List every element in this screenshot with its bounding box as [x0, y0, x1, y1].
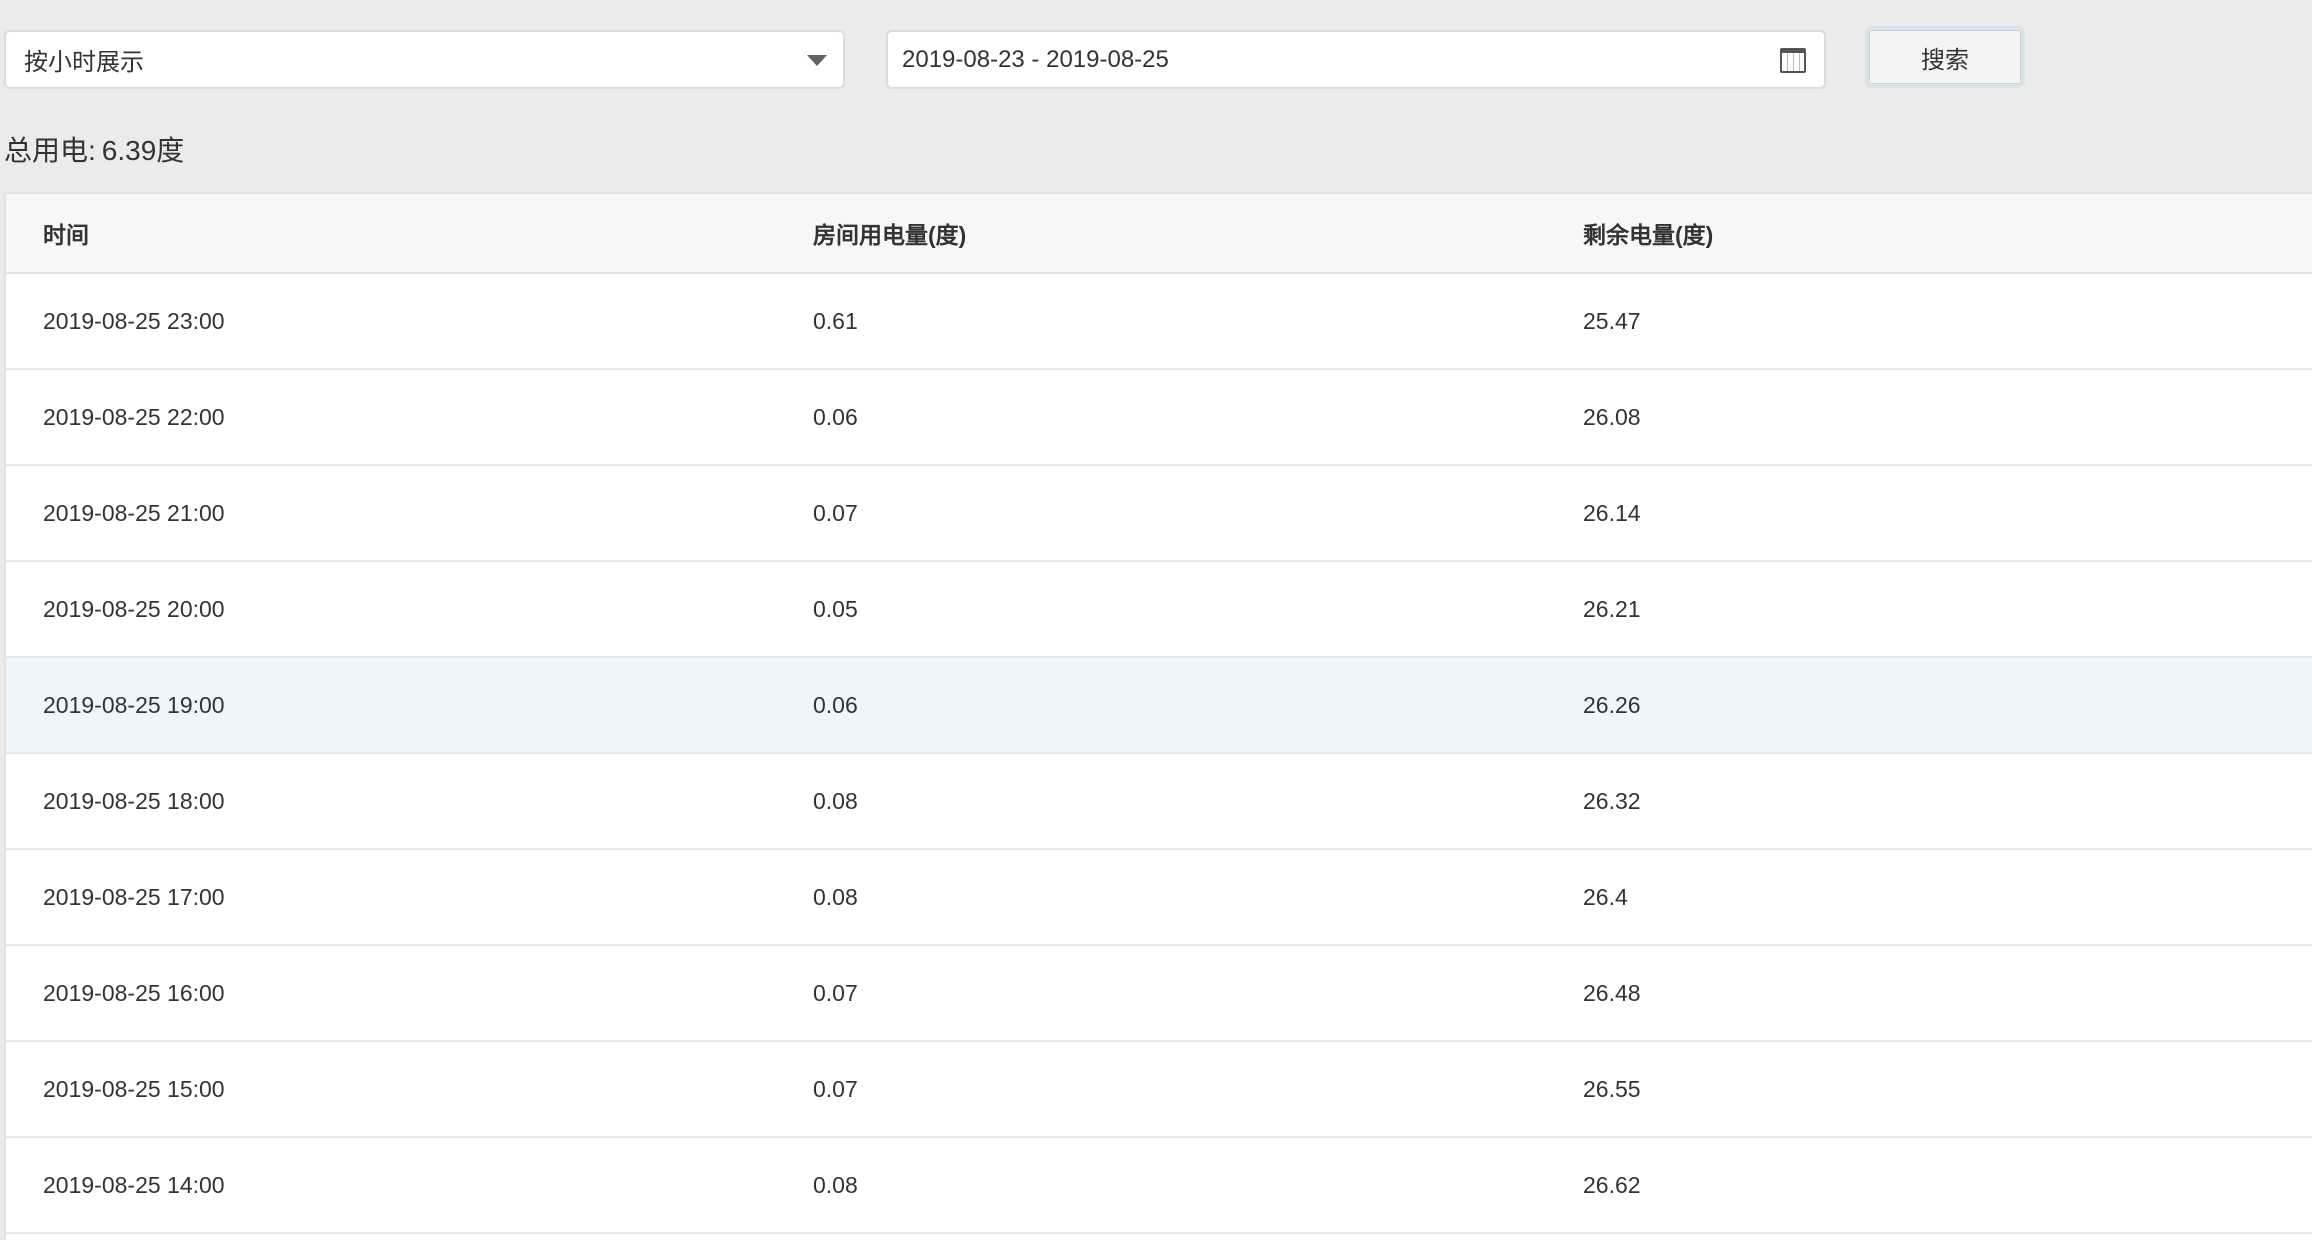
- cell-time: 2019-08-25 15:00: [43, 1075, 225, 1102]
- cell-remaining: 26.62: [1583, 1171, 1641, 1198]
- cell-usage: 0.08: [813, 883, 858, 910]
- calendar-icon[interactable]: [1780, 48, 1806, 73]
- table-row[interactable]: 2019-08-25 21:00 0.07 26.14: [6, 466, 2312, 562]
- cell-usage: 0.61: [813, 307, 858, 334]
- cell-usage: 0.06: [813, 403, 858, 430]
- display-mode-value: 按小时展示: [24, 49, 144, 76]
- table-row[interactable]: 2019-08-25 23:00 0.61 25.47: [6, 274, 2312, 370]
- table-row[interactable]: 2019-08-25 18:00 0.08 26.32: [6, 754, 2312, 850]
- cell-time: 2019-08-25 23:00: [43, 307, 225, 334]
- chevron-down-icon[interactable]: [807, 55, 827, 66]
- cell-remaining: 26.55: [1583, 1075, 1641, 1102]
- cell-usage: 0.08: [813, 787, 858, 814]
- date-range-input[interactable]: 2019-08-23 - 2019-08-25: [886, 30, 1826, 89]
- page: 按小时展示 2019-08-23 - 2019-08-25 搜索 总用电: 6.3…: [0, 0, 2312, 1240]
- cell-usage: 0.07: [813, 979, 858, 1006]
- cell-time: 2019-08-25 17:00: [43, 883, 225, 910]
- cell-remaining: 26.26: [1583, 691, 1641, 718]
- cell-usage: 0.06: [813, 691, 858, 718]
- cell-time: 2019-08-25 21:00: [43, 499, 225, 526]
- column-header-time[interactable]: 时间: [43, 194, 89, 272]
- cell-remaining: 26.21: [1583, 595, 1641, 622]
- search-button[interactable]: 搜索: [1865, 26, 2025, 88]
- cell-time: 2019-08-25 18:00: [43, 787, 225, 814]
- display-mode-select[interactable]: 按小时展示: [4, 30, 845, 89]
- column-header-usage[interactable]: 房间用电量(度): [813, 194, 966, 272]
- cell-usage: 0.05: [813, 595, 858, 622]
- cell-usage: 0.07: [813, 499, 858, 526]
- usage-table: 时间 房间用电量(度) 剩余电量(度) 2019-08-25 23:00 0.6…: [4, 192, 2312, 1240]
- cell-time: 2019-08-25 22:00: [43, 403, 225, 430]
- table-row-hovered[interactable]: 2019-08-25 19:00 0.06 26.26: [6, 658, 2312, 754]
- cell-usage: 0.07: [813, 1075, 858, 1102]
- table-header: 时间 房间用电量(度) 剩余电量(度): [6, 194, 2312, 274]
- cell-remaining: 26.08: [1583, 403, 1641, 430]
- total-usage-label: 总用电:: [4, 135, 96, 166]
- cell-time: 2019-08-25 19:00: [43, 691, 225, 718]
- table-row[interactable]: 2019-08-25 22:00 0.06 26.08: [6, 370, 2312, 466]
- date-range-value: 2019-08-23 - 2019-08-25: [902, 45, 1169, 73]
- cell-time: 2019-08-25 16:00: [43, 979, 225, 1006]
- cell-time: 2019-08-25 14:00: [43, 1171, 225, 1198]
- table-row[interactable]: 2019-08-25 20:00 0.05 26.21: [6, 562, 2312, 658]
- cell-remaining: 26.32: [1583, 787, 1641, 814]
- table-row[interactable]: 2019-08-25 17:00 0.08 26.4: [6, 850, 2312, 946]
- cell-time: 2019-08-25 20:00: [43, 595, 225, 622]
- cell-usage: 0.08: [813, 1171, 858, 1198]
- cell-remaining: 25.47: [1583, 307, 1641, 334]
- table-row[interactable]: 2019-08-25 15:00 0.07 26.55: [6, 1042, 2312, 1138]
- total-usage: 总用电: 6.39度: [4, 131, 184, 171]
- table-row[interactable]: 2019-08-25 14:00 0.08 26.62: [6, 1138, 2312, 1234]
- table-row[interactable]: 2019-08-25 16:00 0.07 26.48: [6, 946, 2312, 1042]
- column-header-remaining[interactable]: 剩余电量(度): [1583, 194, 1713, 272]
- cell-remaining: 26.14: [1583, 499, 1641, 526]
- cell-remaining: 26.48: [1583, 979, 1641, 1006]
- total-usage-value: 6.39度: [101, 135, 185, 166]
- cell-remaining: 26.4: [1583, 883, 1628, 910]
